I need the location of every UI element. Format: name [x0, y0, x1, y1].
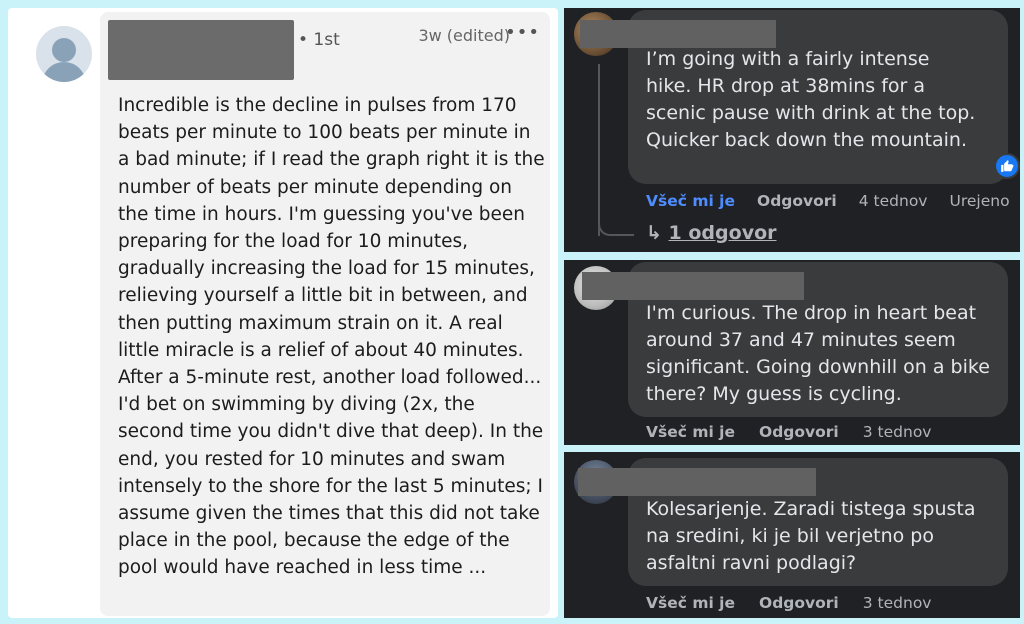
comment-time: 3w (edited)	[418, 26, 510, 45]
comment-time: 3 tednov	[862, 423, 932, 441]
comment-bubble: • 1st 3w (edited) ••• Incredible is the …	[100, 12, 550, 616]
reply-button[interactable]: Odgovori	[759, 423, 839, 441]
dark-comment-panel-1: I’m going with a fairly intense hike. HR…	[564, 8, 1020, 252]
comment-time: 3 tednov	[862, 594, 932, 612]
comment-actions: Všeč mi je Odgovori 4 tednov Urejeno	[646, 192, 1010, 210]
thumbs-up-icon[interactable]	[994, 153, 1020, 179]
comment-bubble: I’m going with a fairly intense hike. HR…	[580, 10, 1020, 184]
comment-text: I'm curious. The drop in heart beat arou…	[646, 302, 990, 405]
comment-text: Kolesarjenje. Zaradi tistega spusta na s…	[646, 498, 976, 574]
edited-label: Urejeno	[949, 192, 1010, 210]
redacted-name[interactable]	[108, 20, 294, 80]
like-button[interactable]: Všeč mi je	[646, 192, 735, 210]
thread-connector	[598, 216, 634, 236]
like-button[interactable]: Všeč mi je	[646, 594, 735, 612]
thread-line	[598, 64, 600, 236]
redacted-name[interactable]	[580, 20, 776, 48]
dark-comment-panel-3: Kolesarjenje. Zaradi tistega spusta na s…	[564, 452, 1020, 618]
avatar[interactable]	[36, 26, 92, 82]
avatar-body-shape	[42, 62, 86, 82]
dark-comment-panel-2: I'm curious. The drop in heart beat arou…	[564, 260, 1020, 445]
comment-text: I’m going with a fairly intense hike. HR…	[646, 48, 976, 151]
comment-bubble: Kolesarjenje. Zaradi tistega spusta na s…	[578, 458, 1008, 586]
connection-degree: • 1st	[298, 30, 340, 50]
reply-button[interactable]: Odgovori	[759, 594, 839, 612]
avatar-head-shape	[52, 38, 76, 62]
reply-button[interactable]: Odgovori	[757, 192, 837, 210]
comment-bubble: I'm curious. The drop in heart beat arou…	[582, 262, 1008, 417]
more-options-icon[interactable]: •••	[505, 22, 540, 43]
comment-text: Incredible is the decline in pulses from…	[118, 95, 545, 579]
replies-count: 1 odgovor	[668, 222, 777, 244]
comment-time: 4 tednov	[858, 192, 928, 210]
comment-actions: Všeč mi je Odgovori 3 tednov	[646, 594, 931, 612]
redacted-name[interactable]	[578, 468, 816, 496]
view-replies-link[interactable]: ↳ 1 odgovor	[646, 222, 777, 244]
comment-actions: Všeč mi je Odgovori 3 tednov	[646, 423, 931, 441]
reply-arrow-icon: ↳	[646, 222, 662, 244]
like-button[interactable]: Všeč mi je	[646, 423, 735, 441]
redacted-name[interactable]	[582, 272, 804, 300]
left-comment-panel: • 1st 3w (edited) ••• Incredible is the …	[8, 8, 558, 618]
